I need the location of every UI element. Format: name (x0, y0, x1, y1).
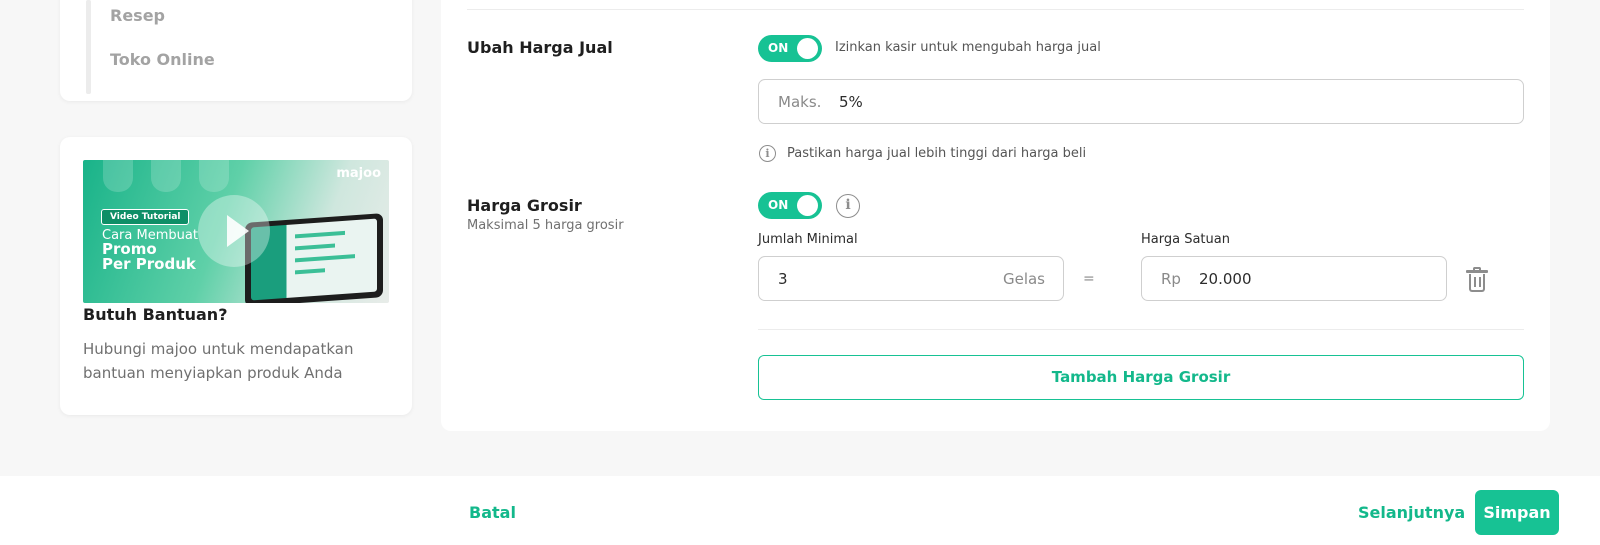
add-wholesale-price-button[interactable]: Tambah Harga Grosir (758, 355, 1524, 400)
jumlah-minimal-label: Jumlah Minimal (758, 232, 858, 247)
save-button[interactable]: Simpan (1475, 490, 1559, 535)
harga-grosir-label: Harga Grosir (467, 196, 582, 215)
sidebar-nav-card: Resep Toko Online (60, 0, 412, 101)
max-price-change-input[interactable]: Maks. 5% (758, 79, 1524, 124)
help-card: majoo Video Tutorial Cara Membuat Promo … (60, 137, 412, 415)
divider (758, 329, 1524, 330)
ubah-harga-jual-label: Ubah Harga Jual (467, 38, 613, 57)
harga-grosir-sublabel: Maksimal 5 harga grosir (467, 218, 624, 233)
sidebar-item-toko-online[interactable]: Toko Online (110, 50, 215, 69)
info-icon: i (759, 145, 776, 162)
play-icon[interactable] (198, 195, 270, 267)
toggle-on-label: ON (768, 198, 789, 212)
video-brand-logo: majoo (336, 166, 381, 181)
price-hint: Pastikan harga jual lebih tinggi dari ha… (787, 146, 1087, 161)
grosir-info-icon[interactable]: i (836, 194, 860, 218)
currency-prefix: Rp (1161, 270, 1181, 288)
trash-icon[interactable] (1466, 267, 1488, 293)
equals-sign: = (1083, 271, 1095, 287)
toggle-knob (797, 195, 818, 216)
help-title: Butuh Bantuan? (83, 305, 228, 324)
footer-action-bar: Batal Selanjutnya Simpan (0, 476, 1600, 545)
jumlah-minimal-input[interactable]: 3 Gelas (758, 256, 1064, 301)
nav-indicator-line (86, 0, 91, 94)
toggle-on-label: ON (768, 41, 789, 55)
product-settings-panel: Ubah Harga Jual ON Izinkan kasir untuk m… (441, 0, 1550, 431)
cancel-button[interactable]: Batal (469, 503, 516, 522)
max-prefix: Maks. (778, 93, 822, 111)
harga-grosir-toggle[interactable]: ON (758, 192, 822, 219)
harga-satuan-label: Harga Satuan (1141, 232, 1230, 247)
price-value: 20.000 (1199, 270, 1252, 288)
qty-unit: Gelas (1002, 270, 1045, 288)
ubah-harga-jual-toggle[interactable]: ON (758, 35, 822, 62)
max-value: 5% (839, 93, 863, 111)
video-badge: Video Tutorial (101, 209, 190, 225)
toggle-knob (797, 38, 818, 59)
help-description: Hubungi majoo untuk mendapatkan bantuan … (83, 340, 354, 382)
next-button[interactable]: Selanjutnya (1358, 503, 1465, 522)
harga-satuan-input[interactable]: Rp 20.000 (1141, 256, 1447, 301)
qty-value: 3 (778, 270, 788, 288)
video-tutorial-thumbnail[interactable]: majoo Video Tutorial Cara Membuat Promo … (83, 160, 389, 303)
ubah-harga-jual-desc: Izinkan kasir untuk mengubah harga jual (835, 40, 1101, 55)
video-title-line3: Per Produk (102, 255, 196, 273)
sidebar-item-resep[interactable]: Resep (110, 6, 165, 25)
divider (467, 9, 1524, 10)
